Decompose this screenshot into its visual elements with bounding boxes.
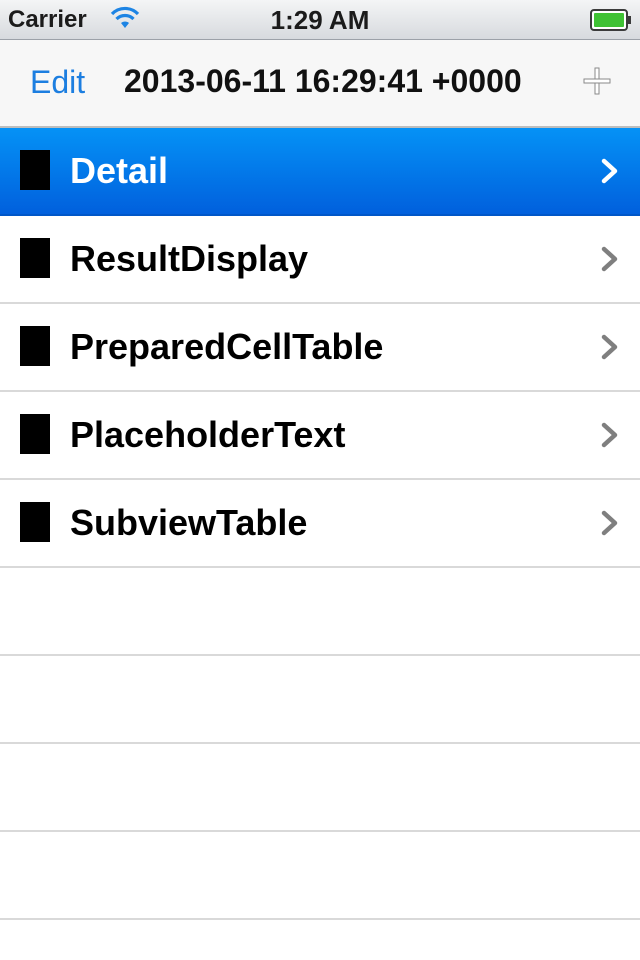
row-thumbnail [20,502,50,542]
row-label: ResultDisplay [70,238,309,279]
row-label: Detail [70,150,169,191]
table-row-preparedcelltable[interactable]: PreparedCellTable [0,304,640,392]
status-time: 1:29 AM [270,5,370,35]
row-thumbnail [20,326,50,366]
edit-button[interactable]: Edit [30,64,85,100]
table-row-subviewtable[interactable]: SubviewTable [0,480,640,568]
empty-table-row [0,656,640,744]
status-bar: Carrier 1:29 AM [0,0,640,40]
row-label: PlaceholderText [70,414,346,455]
row-thumbnail [20,414,50,454]
page-title: 2013-06-11 16:29:41 +0000 [124,63,522,99]
row-label: PreparedCellTable [70,326,384,367]
empty-table-row [0,568,640,656]
chevron-right-icon [601,510,618,536]
row-thumbnail [20,238,50,278]
chevron-right-icon [601,246,618,272]
empty-table-row [0,832,640,920]
table-row-placeholdertext[interactable]: PlaceholderText [0,392,640,480]
row-label: SubviewTable [70,502,308,543]
navigation-bar: Edit 2013-06-11 16:29:41 +0000 [0,40,640,128]
row-thumbnail [20,150,50,190]
table-view[interactable]: Detail ResultDisplay PreparedCellTable P… [0,128,640,960]
empty-table-row [0,744,640,832]
chevron-right-icon [601,422,618,448]
plus-icon[interactable] [582,66,612,96]
table-row-resultdisplay[interactable]: ResultDisplay [0,216,640,304]
chevron-right-icon [601,334,618,360]
table-row-detail[interactable]: Detail [0,128,640,216]
battery-icon [590,9,631,31]
chevron-right-icon [601,158,618,184]
